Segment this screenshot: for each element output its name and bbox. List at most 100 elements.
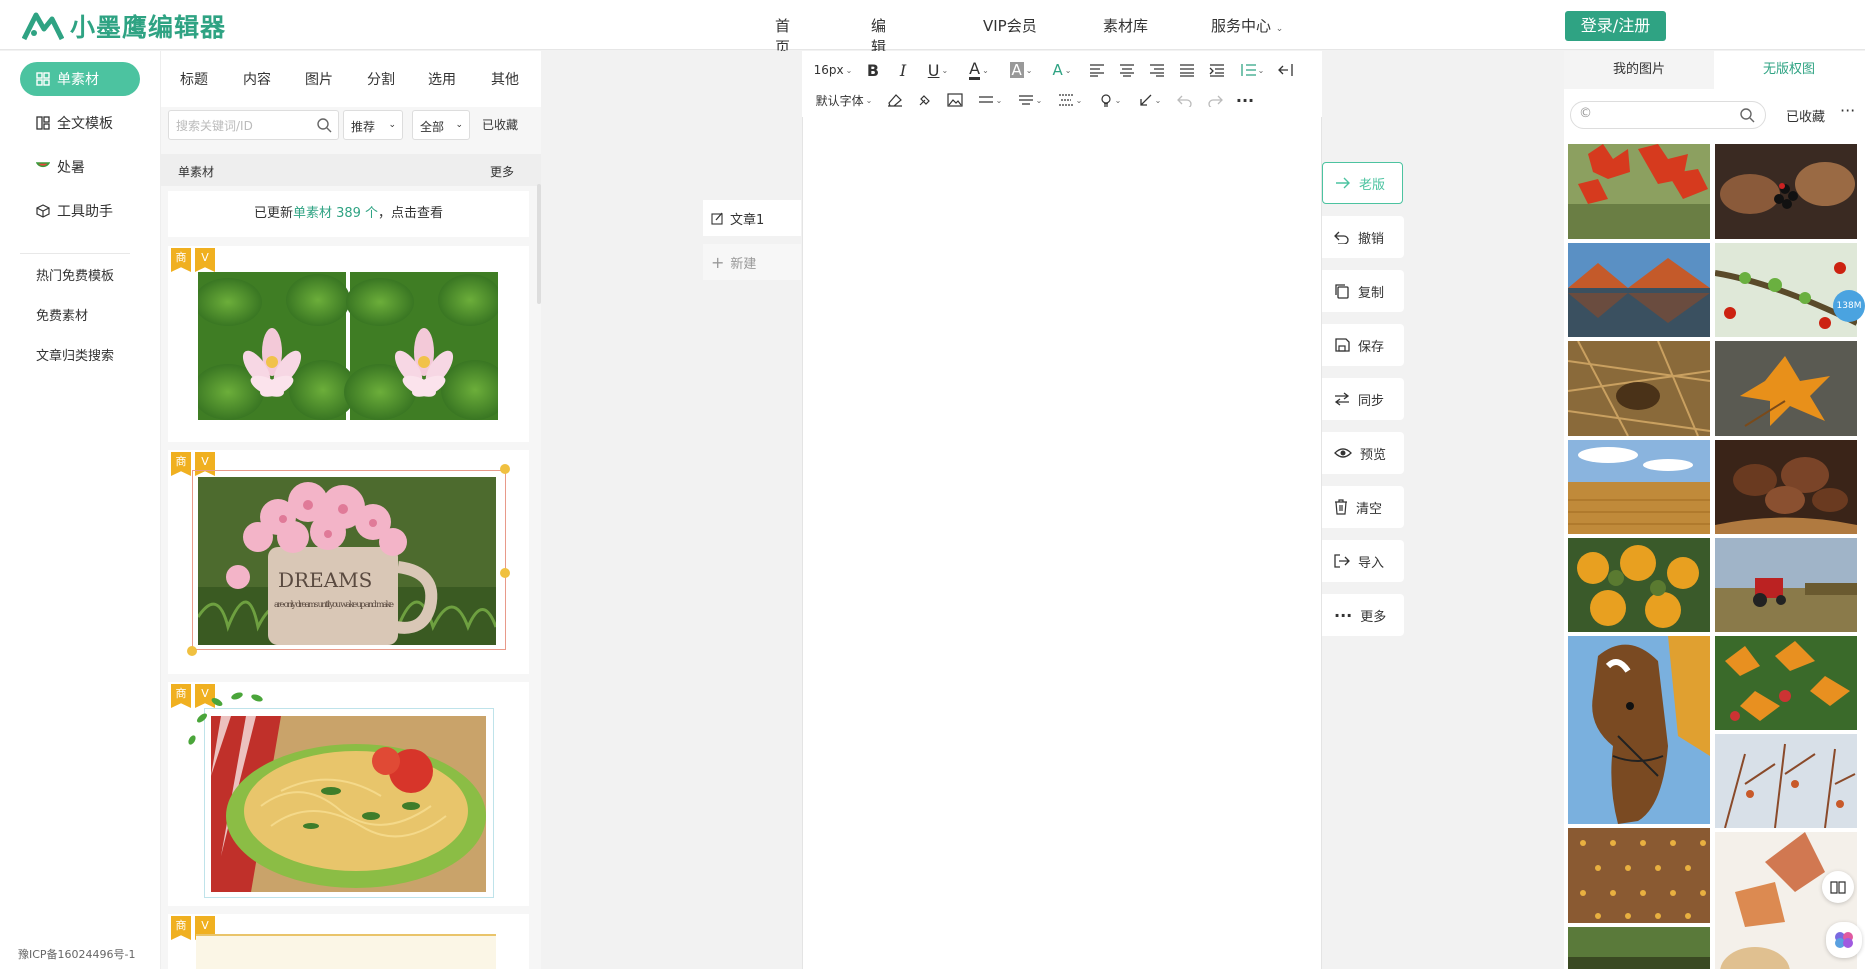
photo-mushrooms[interactable] [1715, 440, 1857, 534]
editor-canvas[interactable] [802, 117, 1322, 969]
photo-straw-nest[interactable] [1568, 341, 1710, 436]
photo-horse[interactable] [1568, 636, 1710, 824]
font-size-select[interactable]: 16px ⌄ [808, 57, 858, 83]
login-button[interactable]: 登录/注册 [1565, 11, 1666, 41]
save-button[interactable]: 保存 [1322, 324, 1404, 366]
font-color-icon[interactable]: A ⌄ [958, 57, 1000, 83]
frame-handle[interactable] [500, 568, 510, 578]
material-search-input[interactable]: 搜索关键词/ID [168, 110, 339, 140]
align-left-icon[interactable] [1082, 57, 1112, 83]
nav-service[interactable]: 服务中心 ⌄ [1211, 15, 1283, 36]
horizontal-rule-icon[interactable]: ⌄ [970, 87, 1010, 113]
material-card[interactable]: 商V [168, 914, 529, 969]
sidebar-item-tools[interactable]: 工具助手 [20, 194, 140, 228]
photo-autumn-leaves[interactable] [1715, 636, 1857, 730]
undo-button[interactable]: 撤销 [1322, 216, 1404, 258]
photo-forest[interactable] [1568, 927, 1710, 969]
nav-vip[interactable]: VIP会员 [983, 15, 1037, 36]
clear-button[interactable]: 清空 [1322, 486, 1404, 528]
bold-icon[interactable]: B [858, 57, 888, 83]
align-center-icon[interactable] [1112, 57, 1142, 83]
logo[interactable]: 小墨鹰编辑器 [22, 8, 226, 44]
new-doc-button[interactable]: + 新建 [703, 244, 801, 280]
lightbulb-icon[interactable]: ⌄ [1090, 87, 1130, 113]
sync-icon [1334, 392, 1350, 406]
section-more-link[interactable]: 更多 [490, 163, 514, 180]
strikethrough-icon[interactable]: ⌄ [1010, 87, 1050, 113]
doc-tab-article-1[interactable]: 文章1 [703, 200, 801, 236]
sidebar-item-chushu[interactable]: 处暑 [20, 150, 140, 184]
copy-button[interactable]: 复制 [1322, 270, 1404, 312]
photo-red-maple[interactable] [1568, 144, 1710, 239]
spacing-icon[interactable]: ⌄ [1050, 87, 1090, 113]
link-free-materials[interactable]: 免费素材 [36, 305, 88, 324]
resize-icon[interactable]: ⌄ [1130, 87, 1170, 113]
mug-text: DREAMS [278, 568, 372, 592]
update-count-link[interactable]: 单素材 389 个 [293, 206, 378, 221]
redo-icon[interactable] [1200, 87, 1230, 113]
photo-maple-leaf[interactable] [1715, 341, 1857, 436]
preview-button[interactable]: 预览 [1322, 432, 1404, 474]
frame-handle[interactable] [500, 464, 510, 474]
tab-divider[interactable]: 分割 [367, 69, 395, 89]
photo-wheat-field[interactable] [1568, 440, 1710, 534]
text-effect-icon[interactable]: A ⌄ [1042, 57, 1082, 83]
logo-icon [22, 12, 64, 41]
tab-royalty-free[interactable]: 无版权图 [1714, 51, 1864, 89]
align-right-icon[interactable] [1142, 57, 1172, 83]
more-label: 更多 [1360, 609, 1387, 625]
link-article-search[interactable]: 文章归类搜索 [36, 345, 114, 364]
photo-winter-branches[interactable] [1715, 734, 1857, 828]
image-icon[interactable] [940, 87, 970, 113]
background-color-icon[interactable]: A ⌄ [1000, 57, 1042, 83]
favorites-filter[interactable]: 已收藏 [482, 116, 518, 133]
search-icon[interactable] [1739, 107, 1755, 123]
material-card[interactable]: 商V [168, 682, 529, 906]
link-hot-free-templates[interactable]: 热门免费模板 [36, 265, 114, 284]
tab-other[interactable]: 其他 [491, 69, 519, 89]
update-notice[interactable]: 已更新单素材 389 个，点击查看 [168, 191, 529, 237]
line-height-icon[interactable]: ⌄ [1232, 57, 1272, 83]
photo-tractor[interactable] [1715, 538, 1857, 632]
material-card[interactable]: 商V [168, 246, 529, 442]
align-justify-icon[interactable] [1172, 57, 1202, 83]
tab-my-images[interactable]: 我的图片 [1564, 51, 1714, 89]
photo-autumn-lake[interactable] [1568, 243, 1710, 337]
import-button[interactable]: 导入 [1322, 540, 1404, 582]
sort-select[interactable]: 推荐 ⌄ [343, 110, 403, 140]
tab-title[interactable]: 标题 [180, 69, 208, 89]
font-family-select[interactable]: 默认字体 ⌄ [808, 87, 880, 113]
tab-image[interactable]: 图片 [305, 69, 333, 89]
more-options-icon[interactable]: ··· [1230, 87, 1260, 113]
format-brush-icon[interactable] [910, 87, 940, 113]
more-button[interactable]: ··· 更多 [1322, 594, 1404, 636]
underline-icon[interactable]: U ⌄ [918, 57, 958, 83]
tab-selected[interactable]: 选用 [428, 69, 456, 89]
scope-select[interactable]: 全部 ⌄ [412, 110, 470, 140]
undo-icon[interactable] [1170, 87, 1200, 113]
material-card[interactable]: 商V DREAMS are only dreams until you wake… [168, 450, 529, 674]
memory-badge[interactable]: 138M [1833, 290, 1865, 322]
italic-icon[interactable]: I [888, 57, 918, 83]
frame-handle[interactable] [187, 646, 197, 656]
book-icon[interactable] [1822, 871, 1854, 903]
exit-icon[interactable] [1272, 57, 1300, 83]
image-search-input[interactable]: © [1570, 101, 1766, 129]
sidebar-item-single-material[interactable]: 单素材 [20, 62, 140, 96]
photo-berries[interactable] [1715, 144, 1857, 239]
tab-content[interactable]: 内容 [243, 69, 271, 89]
image-favorites[interactable]: 已收藏 [1786, 106, 1825, 125]
nav-materials[interactable]: 素材库 [1103, 15, 1148, 36]
brain-ai-icon[interactable] [1826, 922, 1862, 958]
more-dots-icon[interactable]: ··· [1840, 101, 1855, 120]
search-icon[interactable] [316, 117, 332, 133]
eraser-icon[interactable] [880, 87, 910, 113]
old-version-button[interactable]: 老版 [1322, 162, 1403, 204]
photo-pattern[interactable] [1568, 828, 1710, 923]
sync-button[interactable]: 同步 [1322, 378, 1404, 420]
icp-license[interactable]: 豫ICP备16024496号-1 [18, 946, 136, 962]
indent-icon[interactable] [1202, 57, 1232, 83]
sidebar-item-full-template[interactable]: 全文模板 [20, 106, 140, 140]
photo-pumpkins[interactable] [1568, 538, 1710, 632]
photo-rose-hips[interactable] [1715, 243, 1857, 337]
